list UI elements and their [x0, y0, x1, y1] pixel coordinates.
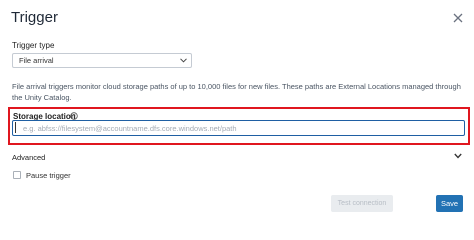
dialog-title: Trigger — [11, 9, 58, 26]
pause-trigger-checkbox[interactable] — [13, 171, 21, 179]
chevron-down-icon — [180, 58, 187, 63]
trigger-description: File arrival triggers monitor cloud stor… — [12, 82, 461, 102]
pause-trigger-label: Pause trigger — [26, 171, 71, 180]
trigger-type-value: File arrival — [19, 56, 54, 65]
trigger-dialog: Trigger Trigger type File arrival File a… — [0, 0, 474, 224]
advanced-section-label[interactable]: Advanced — [12, 153, 45, 162]
save-button[interactable]: Save — [436, 195, 463, 212]
info-icon[interactable]: ? — [70, 112, 78, 120]
trigger-type-label: Trigger type — [12, 41, 55, 50]
storage-location-input[interactable] — [12, 120, 465, 136]
chevron-down-icon[interactable] — [454, 153, 462, 159]
close-icon[interactable] — [451, 11, 465, 25]
text-cursor — [15, 122, 16, 133]
test-connection-button[interactable]: Test connection — [331, 195, 393, 212]
trigger-type-select[interactable]: File arrival — [12, 53, 192, 68]
